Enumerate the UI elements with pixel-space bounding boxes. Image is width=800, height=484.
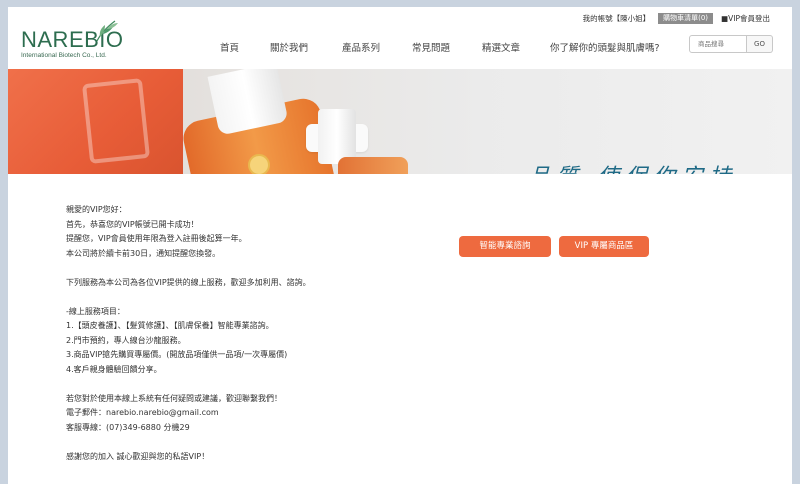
text-line: 首先，恭喜您的VIP帳號已開卡成功！: [66, 219, 199, 229]
main-nav: 首頁 關於我們 產品系列 常見問題 精選文章 你了解你的頭髮與肌膚嗎?: [220, 40, 660, 54]
banner-product-box: [8, 69, 183, 174]
text-line: 若您對於使用本線上系統有任何疑問或建議，歡迎聯繫我們！: [66, 393, 282, 403]
vip-welcome-text: 親愛的VIP您好： 首先，恭喜您的VIP帳號已開卡成功！ 提醒您，VIP會員使用…: [66, 203, 426, 464]
banner-slogan: 品質 使保你安持: [528, 159, 737, 174]
logo[interactable]: NAREBIO International Biotech Co., Ltd.: [21, 19, 141, 59]
text-line: 2.門市預約，專人線台沙龍服務。: [66, 335, 186, 345]
banner-bottle-second: [338, 157, 408, 174]
phone-line: 客服專線：(07)349-6880 分機29: [66, 422, 190, 432]
text-line: 3.商品VIP搶先購買專屬價。(開放品項僅供一品項/一次專屬價): [66, 350, 288, 359]
text-line: 提醒您，VIP會員使用年限為登入註冊後起算一年。: [66, 234, 247, 243]
text-line: 1.【頭皮養護】、【髮質修護】、【肌膚保養】智能專業諮詢。: [66, 321, 274, 330]
search-go-button[interactable]: GO: [747, 35, 773, 53]
nav-products[interactable]: 產品系列: [342, 40, 412, 54]
text-line: -線上服務項目：: [66, 306, 125, 316]
search-bar: GO: [689, 35, 773, 53]
site-header: NAREBIO International Biotech Co., Ltd. …: [8, 7, 792, 69]
text-line: 感謝您的加入 誠心歡迎與您的私語VIP！: [66, 451, 210, 461]
box-emboss-mark: [81, 78, 151, 164]
banner-bottle-label: [248, 154, 270, 174]
nav-about[interactable]: 關於我們: [270, 40, 342, 54]
consult-button[interactable]: 智能專業諮詢: [459, 236, 551, 257]
email-line[interactable]: 電子郵件：narebio.narebio@gmail.com: [66, 406, 426, 421]
text-line: 4.客戶親身體驗回饋分享。: [66, 364, 162, 374]
vip-logout-link[interactable]: ■VIP會員登出: [721, 13, 770, 24]
page-frame: NAREBIO International Biotech Co., Ltd. …: [8, 7, 792, 484]
search-input[interactable]: [689, 35, 747, 53]
banner-pump-neck: [318, 109, 356, 164]
my-account-link[interactable]: 我的帳號【陳小姐】: [583, 13, 651, 24]
text-line: 下列服務為本公司為各位VIP提供的線上服務，歡迎多加利用、諮詢。: [66, 277, 311, 287]
text-spacer: [66, 290, 426, 305]
cart-button[interactable]: 購物車清單(0): [658, 12, 714, 24]
vip-products-button[interactable]: VIP 專屬商品區: [559, 236, 649, 257]
text-spacer: [66, 377, 426, 392]
logo-subtitle: International Biotech Co., Ltd.: [21, 52, 107, 59]
nav-skin-hair-quiz[interactable]: 你了解你的頭髮與肌膚嗎?: [550, 40, 660, 54]
top-links: 我的帳號【陳小姐】 購物車清單(0) ■VIP會員登出: [583, 12, 770, 24]
text-line: 親愛的VIP您好：: [66, 205, 127, 214]
hero-banner: 品質 使保你安持: [8, 69, 792, 174]
nav-home[interactable]: 首頁: [220, 40, 270, 54]
text-spacer: [66, 435, 426, 450]
vip-action-buttons: 智能專業諮詢 VIP 專屬商品區: [459, 236, 649, 257]
text-spacer: [66, 261, 426, 276]
nav-articles[interactable]: 精選文章: [482, 40, 550, 54]
nav-faq[interactable]: 常見問題: [412, 40, 482, 54]
leaf-icon: [96, 20, 118, 42]
text-line: 本公司將於續卡前30日，通知提醒您換發。: [66, 248, 221, 258]
